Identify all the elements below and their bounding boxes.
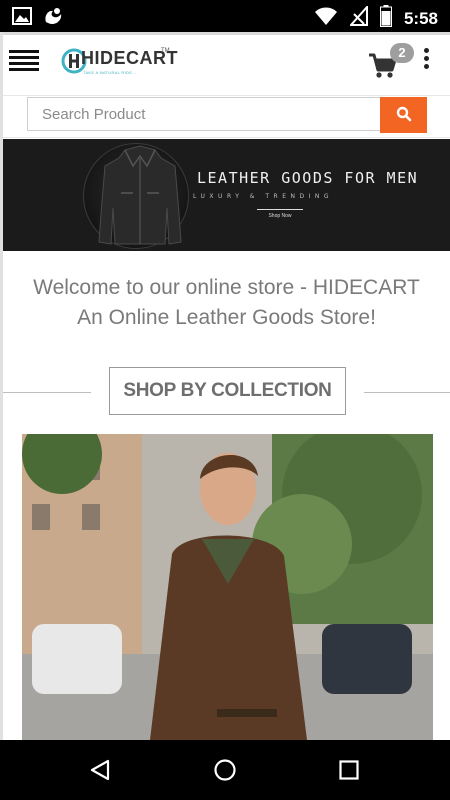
welcome-line-1: Welcome to our online store - HIDECART xyxy=(33,276,420,299)
menu-line xyxy=(9,62,39,65)
recent-apps-square-icon xyxy=(339,760,359,780)
banner-title: LEATHER GOODS FOR MEN xyxy=(197,169,419,187)
collection-rule-left xyxy=(3,392,91,393)
back-triangle-icon xyxy=(90,759,110,781)
uc-browser-icon xyxy=(42,6,64,31)
collection-image[interactable] xyxy=(22,434,433,740)
back-button[interactable] xyxy=(88,758,112,787)
logo-tm: TM xyxy=(161,48,170,54)
logo[interactable]: HIDECART TM TAKE A NATURAL RIDE... xyxy=(61,44,178,80)
recent-apps-button[interactable] xyxy=(339,760,359,785)
leather-jacket-icon xyxy=(98,145,182,245)
header-divider xyxy=(3,95,450,96)
dot xyxy=(423,48,429,53)
banner-subtitle: LUXURY & TRENDING xyxy=(193,193,334,200)
system-nav-bar xyxy=(0,740,450,800)
welcome-text: Welcome to our online store - HIDECART A… xyxy=(3,273,450,333)
app-frame: HIDECART TM TAKE A NATURAL RIDE... 2 Sea… xyxy=(0,32,450,740)
man-in-leather-jacket-photo xyxy=(22,434,433,740)
search-icon xyxy=(396,106,411,121)
shop-by-collection-button[interactable]: SHOP BY COLLECTION xyxy=(109,367,346,415)
search-button[interactable] xyxy=(380,97,427,133)
menu-line xyxy=(9,50,39,53)
wifi-icon xyxy=(314,6,338,31)
logo-tagline: TAKE A NATURAL RIDE... xyxy=(83,70,137,75)
home-circle-icon xyxy=(214,759,236,781)
welcome-line-2: An Online Leather Goods Store! xyxy=(77,306,376,329)
dot xyxy=(423,56,429,61)
menu-line xyxy=(9,56,39,59)
search-input[interactable] xyxy=(27,97,380,131)
image-icon xyxy=(12,7,32,30)
promo-banner[interactable]: LEATHER GOODS FOR MEN LUXURY & TRENDING … xyxy=(3,139,450,251)
home-button[interactable] xyxy=(213,758,237,787)
menu-line xyxy=(9,68,39,71)
cart-count-badge: 2 xyxy=(390,43,414,63)
menu-button[interactable] xyxy=(9,47,39,73)
search-bar xyxy=(27,97,427,133)
banner-shop-now[interactable]: Shop Now xyxy=(257,209,303,222)
dot xyxy=(423,64,429,69)
signal-icon xyxy=(348,4,368,31)
header: HIDECART TM TAKE A NATURAL RIDE... 2 xyxy=(3,35,450,91)
search-divider xyxy=(3,137,450,138)
battery-icon xyxy=(379,5,392,32)
status-bar: 5:58 xyxy=(0,0,450,32)
collection-rule-right xyxy=(364,392,450,393)
status-time: 5:58 xyxy=(403,8,438,28)
more-options-button[interactable] xyxy=(421,48,431,74)
cart-button[interactable]: 2 xyxy=(367,43,417,83)
